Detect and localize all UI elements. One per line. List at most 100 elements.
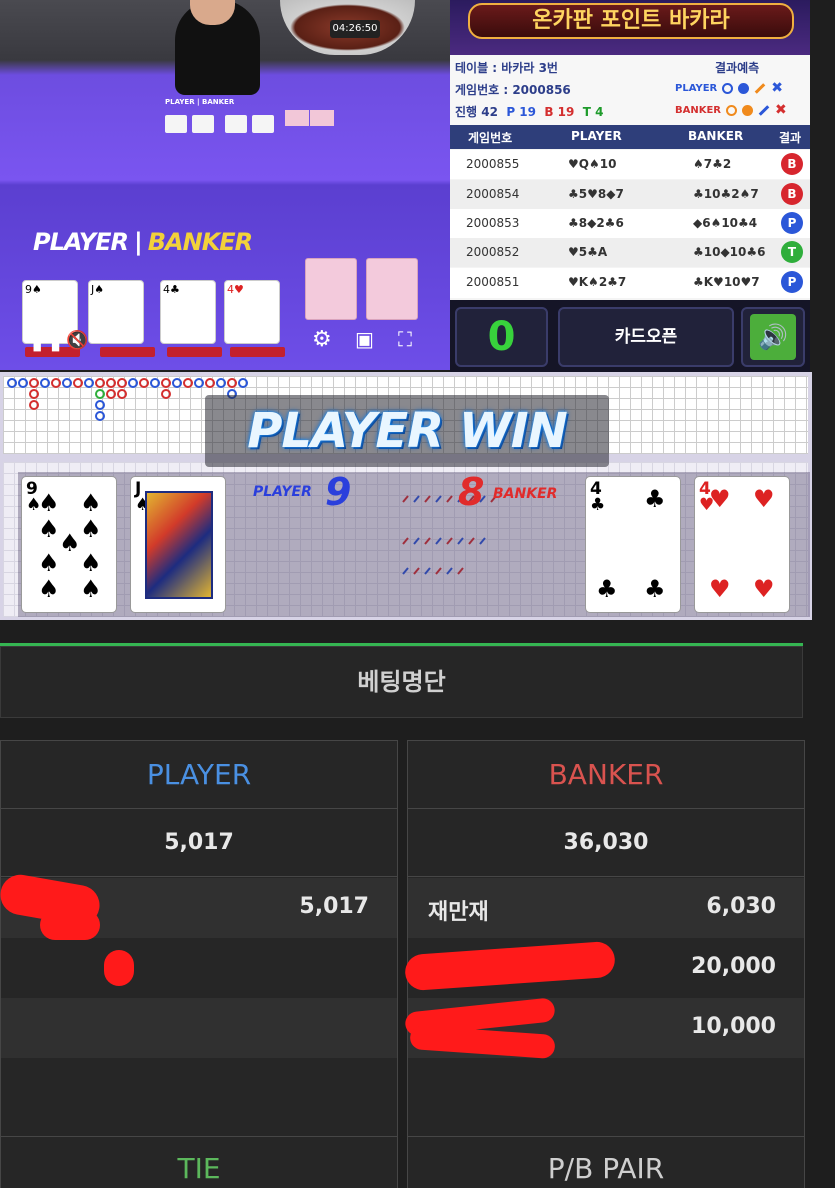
result-badge: B bbox=[781, 183, 803, 205]
history-row: 2000855 ♥Q♠10 ♠7♣2 B bbox=[450, 150, 810, 179]
table-separator: | bbox=[133, 228, 143, 256]
table-paper bbox=[285, 110, 309, 126]
history-game-no: 2000853 bbox=[466, 216, 520, 230]
game-number: 게임번호 : 2000856 bbox=[455, 83, 571, 97]
table-name: 테이블 : 바카라 3번 bbox=[455, 61, 558, 75]
history-col-player: PLAYER bbox=[571, 129, 622, 143]
tie-column-header: TIE bbox=[0, 1136, 398, 1188]
redaction-scribble bbox=[40, 910, 100, 940]
prediction-title: 결과예측 bbox=[715, 61, 760, 75]
banker-win-count: B 19 bbox=[544, 105, 575, 119]
table-card bbox=[252, 115, 274, 133]
bet-amount: 10,000 bbox=[691, 1014, 776, 1039]
tie-count: T 4 bbox=[582, 105, 604, 119]
player-card-1: 9 ♠ ♠ ♠ ♠ ♠ ♠ ♠ ♠ ♠ ♠ bbox=[21, 476, 117, 613]
table-big-card: J♠ bbox=[88, 280, 144, 344]
result-badge: P bbox=[781, 271, 803, 293]
history-banker-cards: ♣10◆10♣6 bbox=[693, 245, 766, 259]
bettor-name: 재만재 bbox=[428, 900, 489, 925]
banker-column-header: BANKER bbox=[408, 741, 804, 809]
bet-row-empty bbox=[1, 938, 397, 998]
history-banker-cards: ♣K♥10♥7 bbox=[693, 275, 760, 289]
table-player-label: PLAYER bbox=[33, 228, 129, 256]
sound-toggle-button[interactable]: 🔊 bbox=[741, 307, 805, 367]
mute-icon[interactable]: 🔇 bbox=[66, 330, 88, 351]
history-col-banker: BANKER bbox=[688, 129, 744, 143]
speaker-icon: 🔊 bbox=[750, 314, 796, 360]
history-player-cards: ♥K♠2♣7 bbox=[568, 275, 627, 289]
player-score-label: PLAYER bbox=[253, 484, 312, 500]
history-player-cards: ♥5♣A bbox=[568, 245, 608, 259]
bet-amount: 5,017 bbox=[299, 894, 369, 919]
player-card-2: J ♠ bbox=[130, 476, 226, 613]
bet-amount: 20,000 bbox=[691, 954, 776, 979]
history-row: 2000852 ♥5♣A ♣10◆10♣6 T bbox=[450, 238, 810, 267]
bet-list-title: 베팅명단 bbox=[0, 646, 803, 718]
table-big-card: 4♥ bbox=[224, 280, 280, 344]
history-game-no: 2000851 bbox=[466, 275, 520, 289]
history-game-no: 2000855 bbox=[466, 157, 520, 171]
history-game-no: 2000854 bbox=[466, 187, 520, 201]
banner-title: 온카판 포인트 바카라 bbox=[468, 3, 794, 39]
player-win-count: P 19 bbox=[506, 105, 536, 119]
banker-card-1: 4 ♣ ♣ ♣ ♣ bbox=[585, 476, 681, 613]
live-video[interactable]: 04:26:50 PLAYER | BANKER PLAYER | BANKER 9… bbox=[0, 0, 450, 370]
progress-stats: 진행 42 P 19 B 19 T 4 bbox=[455, 103, 603, 120]
table-banker-label: BANKER bbox=[147, 228, 253, 256]
predict-banker-row: BANKER ✖ bbox=[675, 102, 787, 118]
history-player-cards: ♣5♥8◆7 bbox=[568, 187, 624, 201]
history-row: 2000854 ♣5♥8◆7 ♣10♣2♠7 B bbox=[450, 180, 810, 209]
player-win-banner: PLAYER WIN bbox=[205, 395, 609, 467]
progress-total: 진행 42 bbox=[455, 105, 498, 119]
fullscreen-icon[interactable]: ⛶ bbox=[398, 327, 412, 351]
redaction-scribble bbox=[104, 950, 134, 986]
player-column-header: PLAYER bbox=[1, 741, 397, 809]
history-banker-cards: ♣10♣2♠7 bbox=[693, 187, 759, 201]
bet-row-empty bbox=[1, 998, 397, 1058]
x-icon: ✖ bbox=[771, 80, 783, 96]
countdown-display: 0 bbox=[455, 307, 548, 367]
card-rank: 4 ♣ bbox=[590, 479, 606, 515]
result-badge: P bbox=[781, 212, 803, 234]
table-pb-label: PLAYER | BANKER bbox=[33, 228, 253, 256]
player-total: 5,017 bbox=[1, 809, 397, 877]
table-big-card: 4♣ bbox=[160, 280, 216, 344]
player-score: 9 bbox=[325, 470, 352, 514]
result-badge: B bbox=[781, 153, 803, 175]
video-timer: 04:26:50 bbox=[330, 20, 380, 38]
bet-amount: 6,030 bbox=[706, 894, 776, 919]
table-mini-label: PLAYER | BANKER bbox=[165, 98, 235, 106]
bet-row: 재만재 6,030 bbox=[408, 878, 804, 938]
history-row: 2000851 ♥K♠2♣7 ♣K♥10♥7 P bbox=[450, 268, 810, 298]
picture-in-picture-icon[interactable]: ▣ bbox=[355, 327, 374, 351]
card-holder bbox=[100, 347, 155, 357]
history-player-cards: ♣8◆2♣6 bbox=[568, 216, 624, 230]
card-open-button[interactable]: 카드오픈 bbox=[558, 307, 734, 367]
history-player-cards: ♥Q♠10 bbox=[568, 157, 617, 171]
banker-bet-column: BANKER 36,030 재만재 6,030 20,000 10,000 bbox=[407, 740, 805, 1138]
history-col-result: 결과 bbox=[779, 131, 802, 145]
pause-icon[interactable]: ❚❚ bbox=[28, 327, 65, 352]
banker-card-2: 4 ♥ ♥ ♥ ♥ ♥ bbox=[694, 476, 790, 613]
card-holder bbox=[230, 347, 285, 357]
predict-banker-label: BANKER bbox=[675, 105, 722, 116]
pair-column-header: P/B PAIR bbox=[407, 1136, 805, 1188]
history-banker-cards: ♠7♣2 bbox=[693, 157, 732, 171]
banker-total: 36,030 bbox=[408, 809, 804, 877]
history-col-game-no: 게임번호 bbox=[468, 131, 513, 145]
table-card bbox=[225, 115, 247, 133]
cockroach-slash-icon bbox=[758, 105, 770, 116]
small-road-dot-icon bbox=[738, 83, 750, 94]
x-icon: ✖ bbox=[775, 102, 787, 118]
history-game-no: 2000852 bbox=[466, 245, 520, 259]
big-road-ring-icon bbox=[722, 83, 734, 94]
sky-card-back bbox=[305, 258, 357, 320]
table-card bbox=[165, 115, 187, 133]
sky-card-back bbox=[366, 258, 418, 320]
event-banner: 온카판 포인트 바카라 bbox=[450, 0, 810, 55]
jack-face-art bbox=[145, 491, 213, 599]
game-info: 테이블 : 바카라 3번 게임번호 : 2000856 진행 42 P 19 B… bbox=[450, 55, 810, 125]
predict-player-row: PLAYER ✖ bbox=[675, 80, 783, 96]
settings-gear-icon[interactable]: ⚙ bbox=[312, 327, 332, 352]
big-road-ring-icon bbox=[726, 105, 738, 116]
